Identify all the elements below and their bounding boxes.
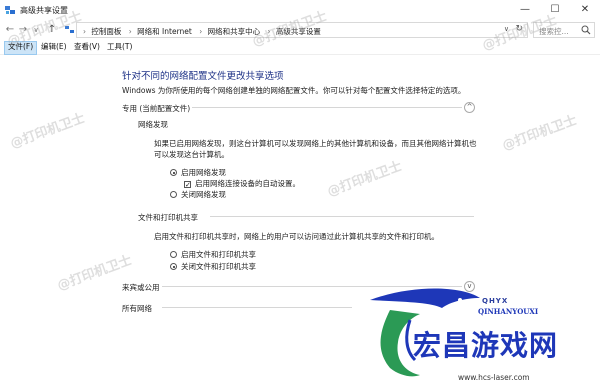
section-divider [210,216,474,217]
menu-edit[interactable]: 编辑(E) [38,41,70,53]
network-discovery-title: 网络发现 [138,120,168,129]
option-disable-file-sharing[interactable]: 关闭文件和打印机共享 [170,261,256,272]
profile-private-label[interactable]: 专用 (当前配置文件) [122,103,190,114]
option-label: 启用网络连接设备的自动设置。 [195,179,300,188]
checkbox-checked[interactable]: ✓ [184,181,191,189]
menu-tools[interactable]: 工具(T) [104,41,135,53]
menu-view[interactable]: 查看(V) [71,41,103,53]
section-divider [162,307,352,308]
radio-selected[interactable] [170,263,177,270]
option-label: 关闭文件和打印机共享 [181,262,256,271]
breadcrumb-item-control-panel[interactable]: 控制面板 [91,27,121,36]
close-button[interactable]: ✕ [570,0,600,20]
collapse-chevron-icon[interactable]: ^ [464,102,475,113]
breadcrumb-item-network-internet[interactable]: 网络和 Internet [137,27,192,36]
option-label: 关闭网络发现 [181,190,226,199]
section-divider [192,107,462,108]
network-app-icon [5,6,15,14]
file-sharing-desc: 启用文件和打印机共享时，网络上的用户可以访问通过此计算机共享的文件和打印机。 [154,232,439,241]
option-disable-discovery[interactable]: 关闭网络发现 [170,189,226,200]
profile-guest-public-label[interactable]: 来宾或公用 [122,282,160,293]
logo-english: QINHANYOUXI [478,307,539,316]
page-title: 针对不同的网络配置文件更改共享选项 [122,71,284,82]
network-discovery-desc-line1: 如果已启用网络发现，则这台计算机可以发现网络上的其他计算机和设备，而且其他网络计… [154,139,477,148]
network-discovery-desc: 如果已启用网络发现，则这台计算机可以发现网络上的其他计算机和设备，而且其他网络计… [154,138,494,160]
search-icon [581,25,591,35]
option-enable-discovery[interactable]: 启用网络发现 [170,167,226,178]
logo-chinese: 宏昌游戏网 [413,329,559,362]
option-label: 启用网络发现 [181,168,226,177]
radio-unselected[interactable] [170,251,177,258]
breadcrumb-separator: › [199,27,203,36]
option-label: 启用文件和打印机共享 [181,250,256,259]
logo-badge: QHYX [482,297,509,305]
radio-unselected[interactable] [170,191,177,198]
file-sharing-title: 文件和打印机共享 [138,213,198,222]
breadcrumb-separator: › [128,27,132,36]
profile-all-networks-label[interactable]: 所有网络 [122,303,152,314]
option-enable-file-sharing[interactable]: 启用文件和打印机共享 [170,249,256,260]
breadcrumb-lead-separator: › [83,27,86,36]
network-discovery-desc-line2: 可以发现这台计算机。 [154,150,229,159]
logo-url: www.hcs-laser.com [458,373,530,382]
option-auto-setup[interactable]: ✓ 启用网络连接设备的自动设置。 [184,178,300,189]
page-description: Windows 为你所使用的每个网络创建单独的网络配置文件。你可以针对每个配置文… [122,86,466,95]
radio-selected[interactable] [170,169,177,176]
